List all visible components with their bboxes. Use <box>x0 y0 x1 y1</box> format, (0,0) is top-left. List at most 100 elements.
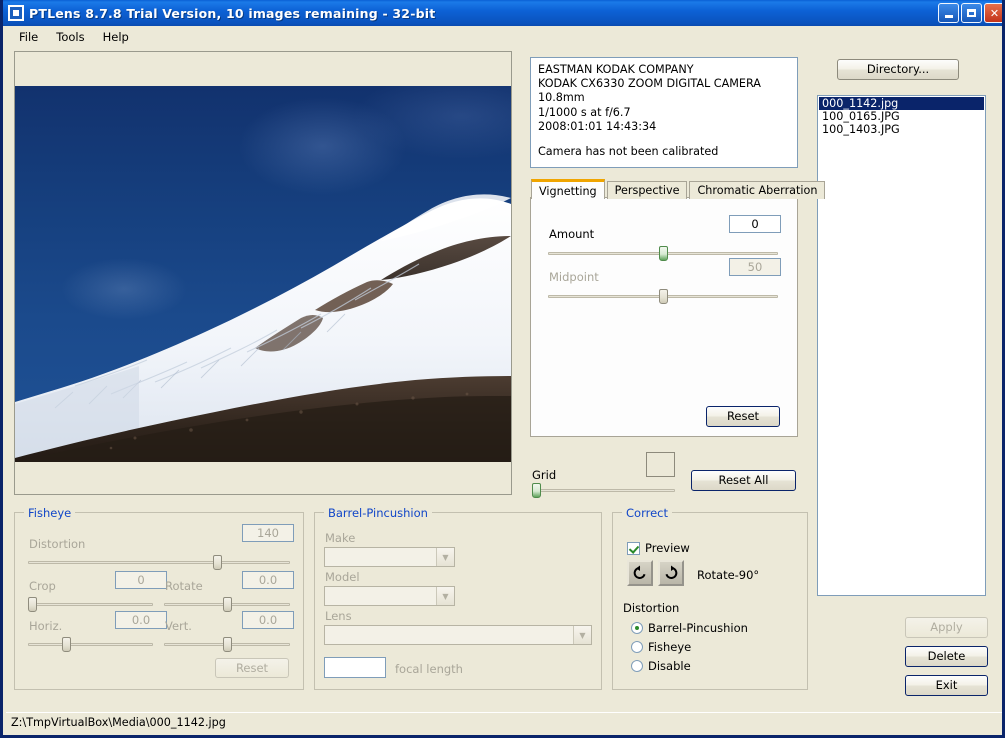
lens-label: Lens <box>325 609 352 623</box>
model-combo: ▼ <box>324 586 455 606</box>
checkmark-icon <box>627 542 640 555</box>
vert-label: Vert. <box>165 619 192 633</box>
correct-group: Correct Preview Rotate-90° Distortion Ba… <box>612 512 808 690</box>
radio-label: Barrel-Pincushion <box>648 621 748 635</box>
radio-dot-icon <box>631 641 643 653</box>
window-title: PTLens 8.7.8 Trial Version, 10 images re… <box>29 6 435 21</box>
grid-label: Grid <box>532 468 556 482</box>
list-item[interactable]: 100_1403.JPG <box>819 123 984 136</box>
radio-dot-icon <box>631 660 643 672</box>
rotate-slider-thumb <box>223 597 232 612</box>
barrel-group-title: Barrel-Pincushion <box>324 506 432 520</box>
correction-tabs: Vignetting Perspective Chromatic Aberrat… <box>531 179 827 199</box>
amount-value[interactable]: 0 <box>729 215 781 233</box>
barrel-pincushion-group: Barrel-Pincushion Make ▼ Model ▼ Lens ▼ … <box>314 512 602 690</box>
amount-slider-thumb[interactable] <box>659 246 668 261</box>
make-combo: ▼ <box>324 547 455 567</box>
lens-combo: ▼ <box>324 625 592 645</box>
rotate-slider <box>164 597 290 611</box>
horiz-slider-thumb <box>62 637 71 652</box>
crop-slider <box>28 597 153 611</box>
chevron-down-icon: ▼ <box>436 548 454 566</box>
crop-value: 0 <box>115 571 167 589</box>
menu-file[interactable]: File <box>10 28 47 46</box>
tab-perspective[interactable]: Perspective <box>607 181 688 199</box>
vignetting-panel: Amount 0 Midpoint 50 Reset <box>530 197 798 437</box>
focal-length-label: focal length <box>395 662 463 676</box>
model-value <box>325 587 436 605</box>
tab-chromatic-aberration[interactable]: Chromatic Aberration <box>689 181 825 199</box>
grid-slider-thumb[interactable] <box>532 483 541 498</box>
app-square-icon <box>8 5 24 21</box>
crop-slider-track <box>28 603 153 606</box>
crop-slider-thumb <box>28 597 37 612</box>
horiz-slider-track <box>28 643 153 646</box>
window-controls: ✕ <box>938 3 1005 23</box>
rotate-value: 0.0 <box>242 571 294 589</box>
vert-slider-thumb <box>223 637 232 652</box>
file-list[interactable]: 000_1142.jpg 100_0165.JPG 100_1403.JPG <box>817 95 986 596</box>
rotate-cw-button[interactable] <box>658 560 684 586</box>
midpoint-value: 50 <box>729 258 781 276</box>
exif-focal-length: 10.8mm <box>538 91 790 105</box>
minimize-button[interactable] <box>938 3 959 23</box>
reset-all-button[interactable]: Reset All <box>691 470 796 491</box>
apply-button: Apply <box>905 617 988 638</box>
ptlens-window: PTLens 8.7.8 Trial Version, 10 images re… <box>0 0 1005 738</box>
grid-slider-track <box>533 489 675 492</box>
midpoint-label: Midpoint <box>549 270 599 284</box>
horiz-value: 0.0 <box>115 611 167 629</box>
rotate-label: Rotate <box>165 579 203 593</box>
grid-slider[interactable] <box>533 483 675 497</box>
rotate-ccw-button[interactable] <box>627 560 653 586</box>
calibration-note: Camera has not been calibrated <box>538 145 790 159</box>
distortion-slider <box>28 555 290 569</box>
directory-button[interactable]: Directory... <box>837 59 959 80</box>
radio-dot-icon <box>631 622 643 634</box>
make-label: Make <box>325 531 355 545</box>
title-bar: PTLens 8.7.8 Trial Version, 10 images re… <box>3 0 1005 26</box>
image-preview-panel[interactable] <box>14 51 512 495</box>
preview-checkbox[interactable]: Preview <box>627 541 690 555</box>
distortion-slider-thumb <box>213 555 222 570</box>
menu-help[interactable]: Help <box>94 28 138 46</box>
radio-disable[interactable]: Disable <box>631 659 691 673</box>
lens-value <box>325 626 573 644</box>
midpoint-slider-thumb <box>659 289 668 304</box>
radio-label: Disable <box>648 659 691 673</box>
horiz-slider <box>28 637 153 651</box>
correct-group-title: Correct <box>622 506 672 520</box>
model-label: Model <box>325 570 360 584</box>
preview-photo <box>15 86 511 462</box>
maximize-button[interactable] <box>961 3 982 23</box>
close-button[interactable]: ✕ <box>984 3 1005 23</box>
rotate-clockwise-icon <box>663 565 679 581</box>
mountain-graphic <box>15 86 511 462</box>
chevron-down-icon: ▼ <box>573 626 591 644</box>
vignetting-reset-button[interactable]: Reset <box>706 406 780 427</box>
vert-value: 0.0 <box>242 611 294 629</box>
exit-button[interactable]: Exit <box>905 675 988 696</box>
exif-info-box: EASTMAN KODAK COMPANY KODAK CX6330 ZOOM … <box>530 57 798 168</box>
chevron-down-icon: ▼ <box>436 587 454 605</box>
menu-tools[interactable]: Tools <box>47 28 93 46</box>
rotate-counterclockwise-icon <box>632 565 648 581</box>
distortion-section-label: Distortion <box>623 601 679 615</box>
list-item[interactable]: 000_1142.jpg <box>819 97 984 110</box>
exif-model: KODAK CX6330 ZOOM DIGITAL CAMERA <box>538 77 790 91</box>
exif-make: EASTMAN KODAK COMPANY <box>538 63 790 77</box>
grid-color-swatch[interactable] <box>646 452 675 477</box>
midpoint-slider <box>548 289 778 303</box>
tab-vignetting[interactable]: Vignetting <box>531 179 605 199</box>
exif-exposure: 1/1000 s at f/6.7 <box>538 106 790 120</box>
fisheye-reset-button: Reset <box>215 658 289 678</box>
make-value <box>325 548 436 566</box>
fisheye-group-title: Fisheye <box>24 506 75 520</box>
distortion-slider-track <box>28 561 290 564</box>
horiz-label: Horiz. <box>29 619 62 633</box>
list-item[interactable]: 100_0165.JPG <box>819 110 984 123</box>
radio-fisheye[interactable]: Fisheye <box>631 640 691 654</box>
radio-barrel-pincushion[interactable]: Barrel-Pincushion <box>631 621 748 635</box>
menu-bar: File Tools Help <box>3 26 1005 47</box>
delete-button[interactable]: Delete <box>905 646 988 667</box>
